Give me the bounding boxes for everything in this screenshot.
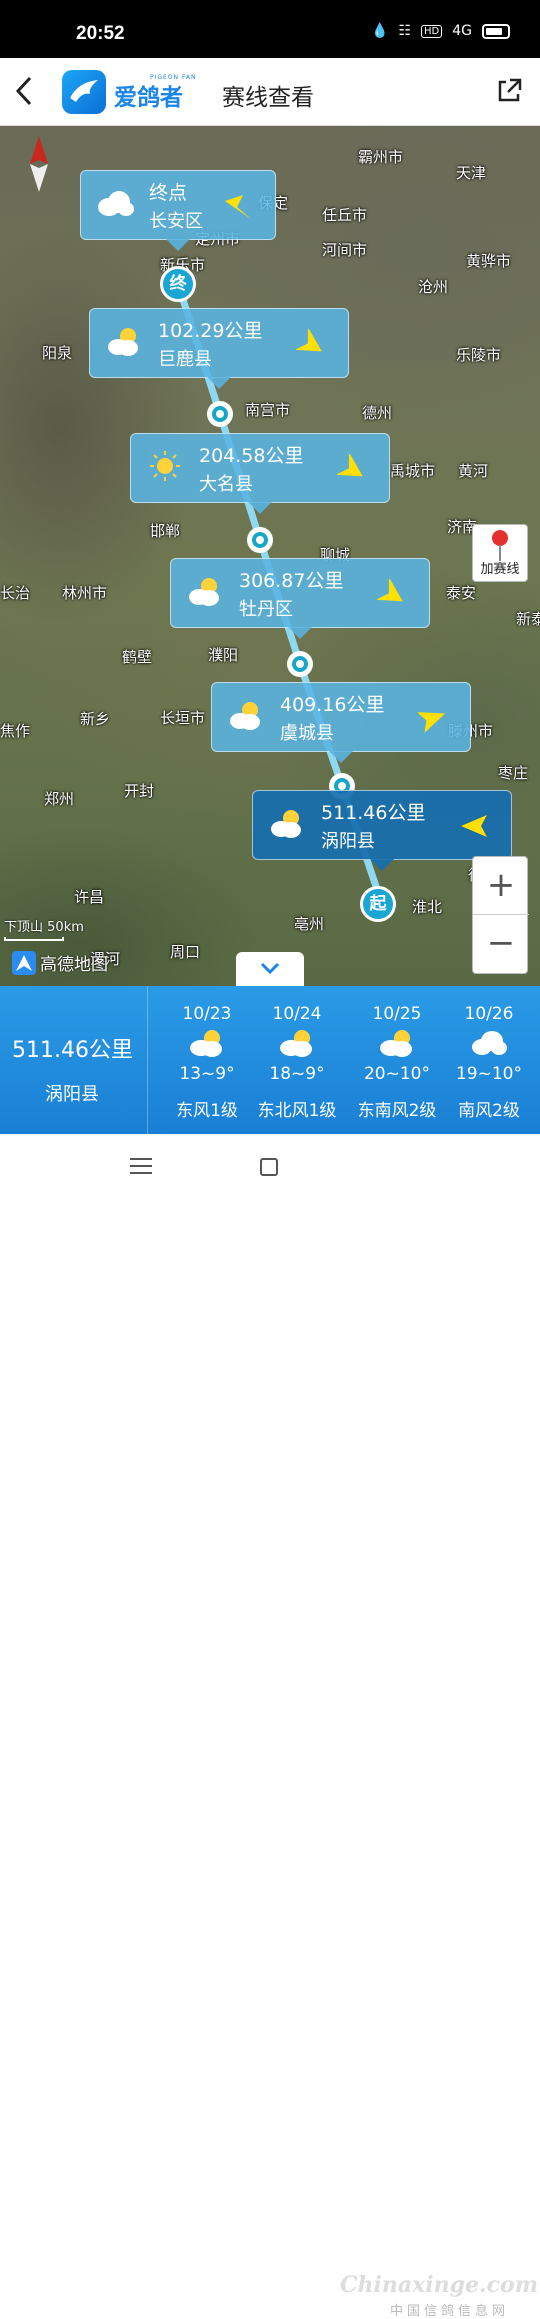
forecast-date: 10/25 <box>372 1004 422 1024</box>
checkpoint-place: 涡阳县 <box>321 831 375 852</box>
recent-apps-button[interactable] <box>130 1158 152 1176</box>
checkpoint-place: 牡丹区 <box>239 599 293 620</box>
forecast-temp: 19~10° <box>455 1064 522 1084</box>
checkpoint-bubble[interactable]: 终点 长安区 <box>80 170 276 251</box>
checkpoint-distance: 511.46公里 <box>321 802 426 824</box>
zoom-control: + − <box>472 856 529 974</box>
forecast-date: 10/26 <box>464 1004 514 1024</box>
checkpoint-distance: 306.87公里 <box>239 570 344 592</box>
back-button[interactable] <box>12 74 42 110</box>
chevron-down-icon <box>260 962 280 975</box>
home-button[interactable] <box>260 1158 278 1176</box>
checkpoint-node[interactable] <box>207 401 233 427</box>
status-time: 20:52 <box>76 23 125 44</box>
sunny-icon <box>145 450 185 486</box>
partly-cloudy-icon <box>378 1028 416 1062</box>
forecast-date: 10/23 <box>182 1004 232 1024</box>
map-scale: 下顶山 50km <box>4 916 84 941</box>
partly-sunny-icon <box>185 575 225 611</box>
wind-arrow-icon <box>294 327 326 363</box>
signal-icon: 4G <box>452 23 472 39</box>
map-view[interactable]: 霸州市天津保定任丘市定州市河间市黄骅市新乐市沧州阳泉乐陵市南宫市德州禹城市黄河邯… <box>0 126 540 986</box>
watermark-subtitle: 中国信鸽信息网 <box>390 2304 510 2319</box>
forecast-wind: 东北风1级 <box>257 1101 337 1121</box>
forecast-date: 10/24 <box>272 1004 322 1024</box>
checkpoint-distance: 204.58公里 <box>199 445 304 467</box>
forecast-day: 10/23 13~9° 东风1级 <box>158 986 256 1134</box>
hd-icon: HD <box>421 24 443 38</box>
checkpoint-bubble[interactable]: 102.29公里 巨鹿县 <box>89 308 349 389</box>
amap-label: 高德地图 <box>40 955 108 975</box>
share-icon <box>498 78 522 102</box>
forecast-temp: 13~9° <box>179 1064 235 1084</box>
amap-logo-icon <box>12 950 36 975</box>
forecast-wind: 南风2级 <box>458 1101 520 1121</box>
status-icons: 💧 ☷ HD 4G <box>371 23 510 39</box>
wind-arrow-icon <box>223 191 253 225</box>
zoom-in-button[interactable]: + <box>473 857 529 915</box>
checkpoint-node[interactable] <box>287 651 313 677</box>
compass-icon <box>30 136 48 192</box>
partly-cloudy-icon <box>188 1028 226 1062</box>
wind-arrow-icon <box>375 577 407 613</box>
app-logo <box>62 70 106 114</box>
add-race-line-button[interactable]: 加赛线 <box>472 524 528 582</box>
partly-sunny-icon <box>226 699 266 735</box>
checkpoint-place: 虞城县 <box>280 723 334 744</box>
forecast-temp: 20~10° <box>363 1064 430 1084</box>
battery-icon <box>482 23 510 39</box>
zoom-out-button[interactable]: − <box>473 916 529 974</box>
brand-name: 爱鸽者 <box>114 85 183 111</box>
map-attribution: 高德地图 <box>12 950 108 975</box>
checkpoint-place: 长安区 <box>149 211 203 232</box>
location-icon: 💧 <box>371 23 389 39</box>
weather-distance: 511.46公里 <box>12 1038 133 1063</box>
scale-prefix: 下顶山 <box>4 920 44 935</box>
checkpoint-bubble[interactable]: 204.58公里 大名县 <box>130 433 390 514</box>
scale-label: 50km <box>47 920 84 935</box>
forecast-wind: 东南风2级 <box>357 1101 437 1121</box>
chevron-left-icon <box>15 76 32 106</box>
checkpoint-place: 巨鹿县 <box>158 349 212 370</box>
wind-arrow-icon <box>417 703 448 737</box>
wifi-icon: ☷ <box>398 23 411 39</box>
partly-sunny-icon <box>104 325 144 361</box>
cloudy-icon <box>470 1028 508 1062</box>
forecast-day: 10/26 19~10° 南风2级 <box>440 986 538 1134</box>
checkpoint-distance: 102.29公里 <box>158 320 263 342</box>
weather-place: 涡阳县 <box>45 1084 99 1105</box>
partly-sunny-icon <box>267 807 307 843</box>
forecast-temp: 18~9° <box>269 1064 325 1084</box>
checkpoint-bubble[interactable]: 306.87公里 牡丹区 <box>170 558 430 639</box>
app-bar: 爱鸽者 PIGEON FAN 赛线查看 <box>0 58 540 126</box>
checkpoint-bubble[interactable]: 409.16公里 虞城县 <box>211 682 471 763</box>
system-nav-bar: Chinaxinge.com 中国信鸽信息网 <box>0 1134 540 2319</box>
wind-arrow-icon <box>335 452 367 488</box>
finish-marker[interactable]: 终 <box>160 266 196 302</box>
cloudy-icon <box>95 187 135 223</box>
forecast-wind: 东风1级 <box>176 1101 238 1121</box>
start-marker[interactable]: 起 <box>360 886 396 922</box>
checkpoint-distance: 409.16公里 <box>280 694 385 716</box>
forecast-day: 10/25 20~10° 东南风2级 <box>348 986 446 1134</box>
checkpoint-bubble-selected[interactable]: 511.46公里 涡阳县 <box>252 790 512 871</box>
weather-panel: 511.46公里 涡阳县 10/23 13~9° 东风1级 10/24 18~9… <box>0 986 540 1134</box>
partly-cloudy-icon <box>278 1028 316 1062</box>
checkpoint-place: 大名县 <box>199 474 253 495</box>
share-button[interactable] <box>496 76 524 104</box>
page-title: 赛线查看 <box>222 85 314 111</box>
wind-arrow-icon <box>459 811 489 845</box>
checkpoint-distance: 终点 <box>149 182 188 204</box>
pigeon-icon <box>70 80 98 102</box>
checkpoint-node[interactable] <box>247 527 273 553</box>
watermark-logo: Chinaxinge.com <box>340 2272 538 2298</box>
brand-subtitle: PIGEON FAN <box>150 74 197 81</box>
status-bar: 20:52 💧 ☷ HD 4G <box>0 0 540 58</box>
weather-location: 511.46公里 涡阳县 <box>0 986 148 1134</box>
add-race-line-label: 加赛线 <box>480 562 520 577</box>
forecast-day: 10/24 18~9° 东北风1级 <box>248 986 346 1134</box>
collapse-panel-button[interactable] <box>236 952 304 986</box>
